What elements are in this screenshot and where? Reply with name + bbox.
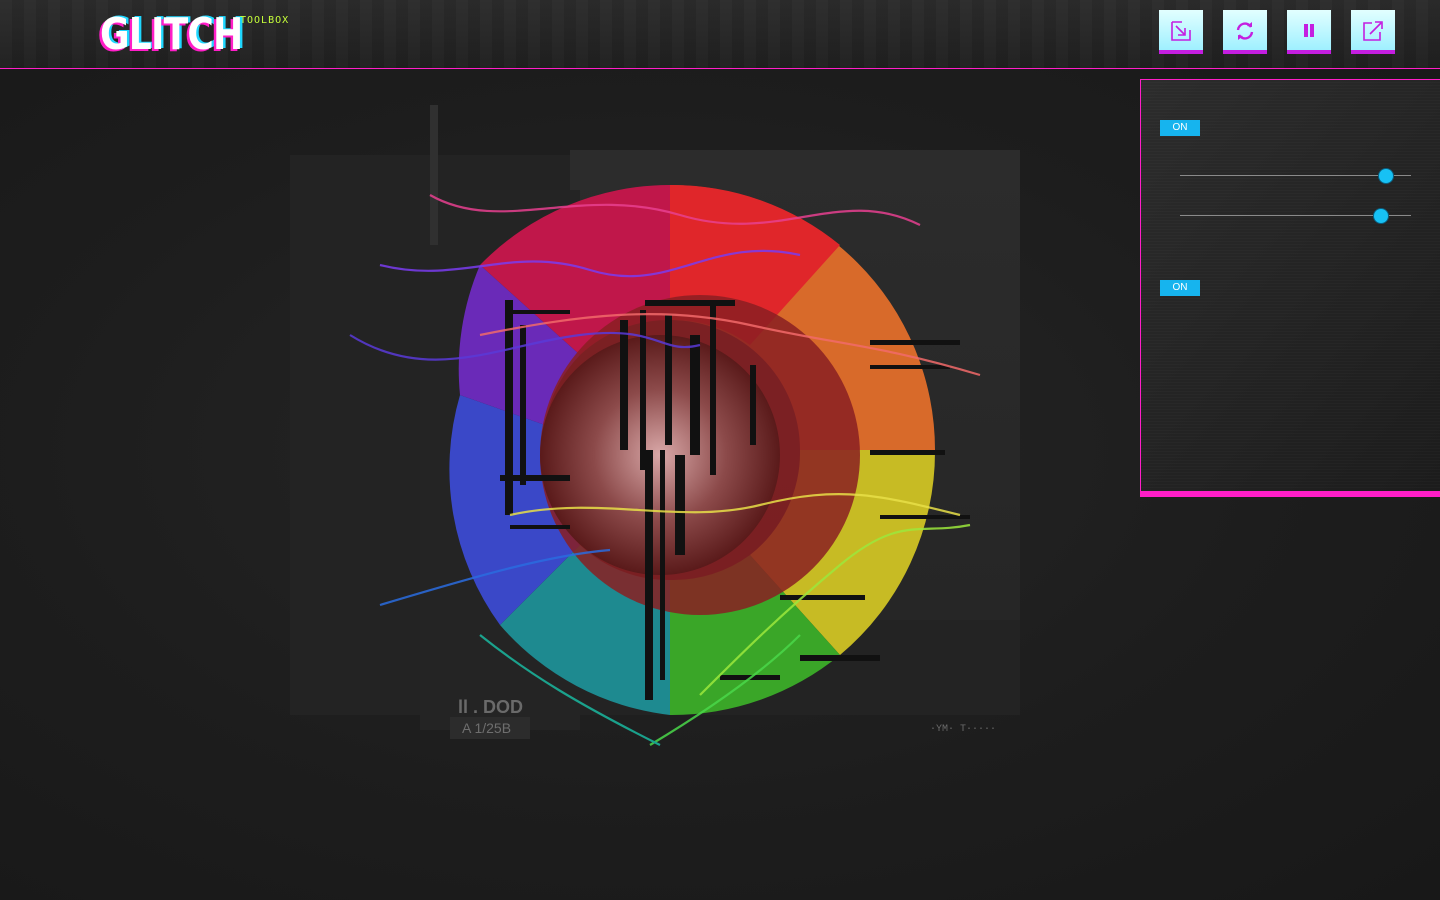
slider-1-track [1180,175,1411,176]
slider-2-thumb[interactable] [1373,209,1388,223]
slider-1[interactable] [1180,169,1411,183]
import-icon [1171,21,1191,41]
export-button[interactable] [1351,10,1395,54]
effect-toggle-1[interactable]: ON [1160,120,1200,136]
artwork-text-1: ll . DOD [458,697,523,717]
app-window: GLITCH TOOLBOX ll . DOD A 1/25B ·YM· T··… [0,0,1440,900]
pause-button[interactable] [1287,10,1331,54]
import-button[interactable] [1159,10,1203,54]
glitch-canvas[interactable]: ll . DOD A 1/25B ·YM· T····· [280,95,1020,805]
glitch-artwork: ll . DOD A 1/25B ·YM· T····· [290,105,1020,746]
slider-1-thumb[interactable] [1378,169,1393,183]
app-logo: GLITCH [100,9,243,60]
slider-2[interactable] [1180,209,1411,223]
artwork-text-2: A 1/25B [462,720,511,736]
refresh-button[interactable] [1223,10,1267,54]
settings-panel: ON ON [1140,79,1440,497]
app-logo-subtitle: TOOLBOX [240,15,290,26]
artwork-text-3: ·YM· T····· [930,724,996,735]
export-icon [1363,21,1383,41]
effect-toggle-2[interactable]: ON [1160,280,1200,296]
pause-icon [1304,24,1314,37]
refresh-icon [1236,22,1254,40]
header-bar: GLITCH TOOLBOX [0,0,1440,69]
